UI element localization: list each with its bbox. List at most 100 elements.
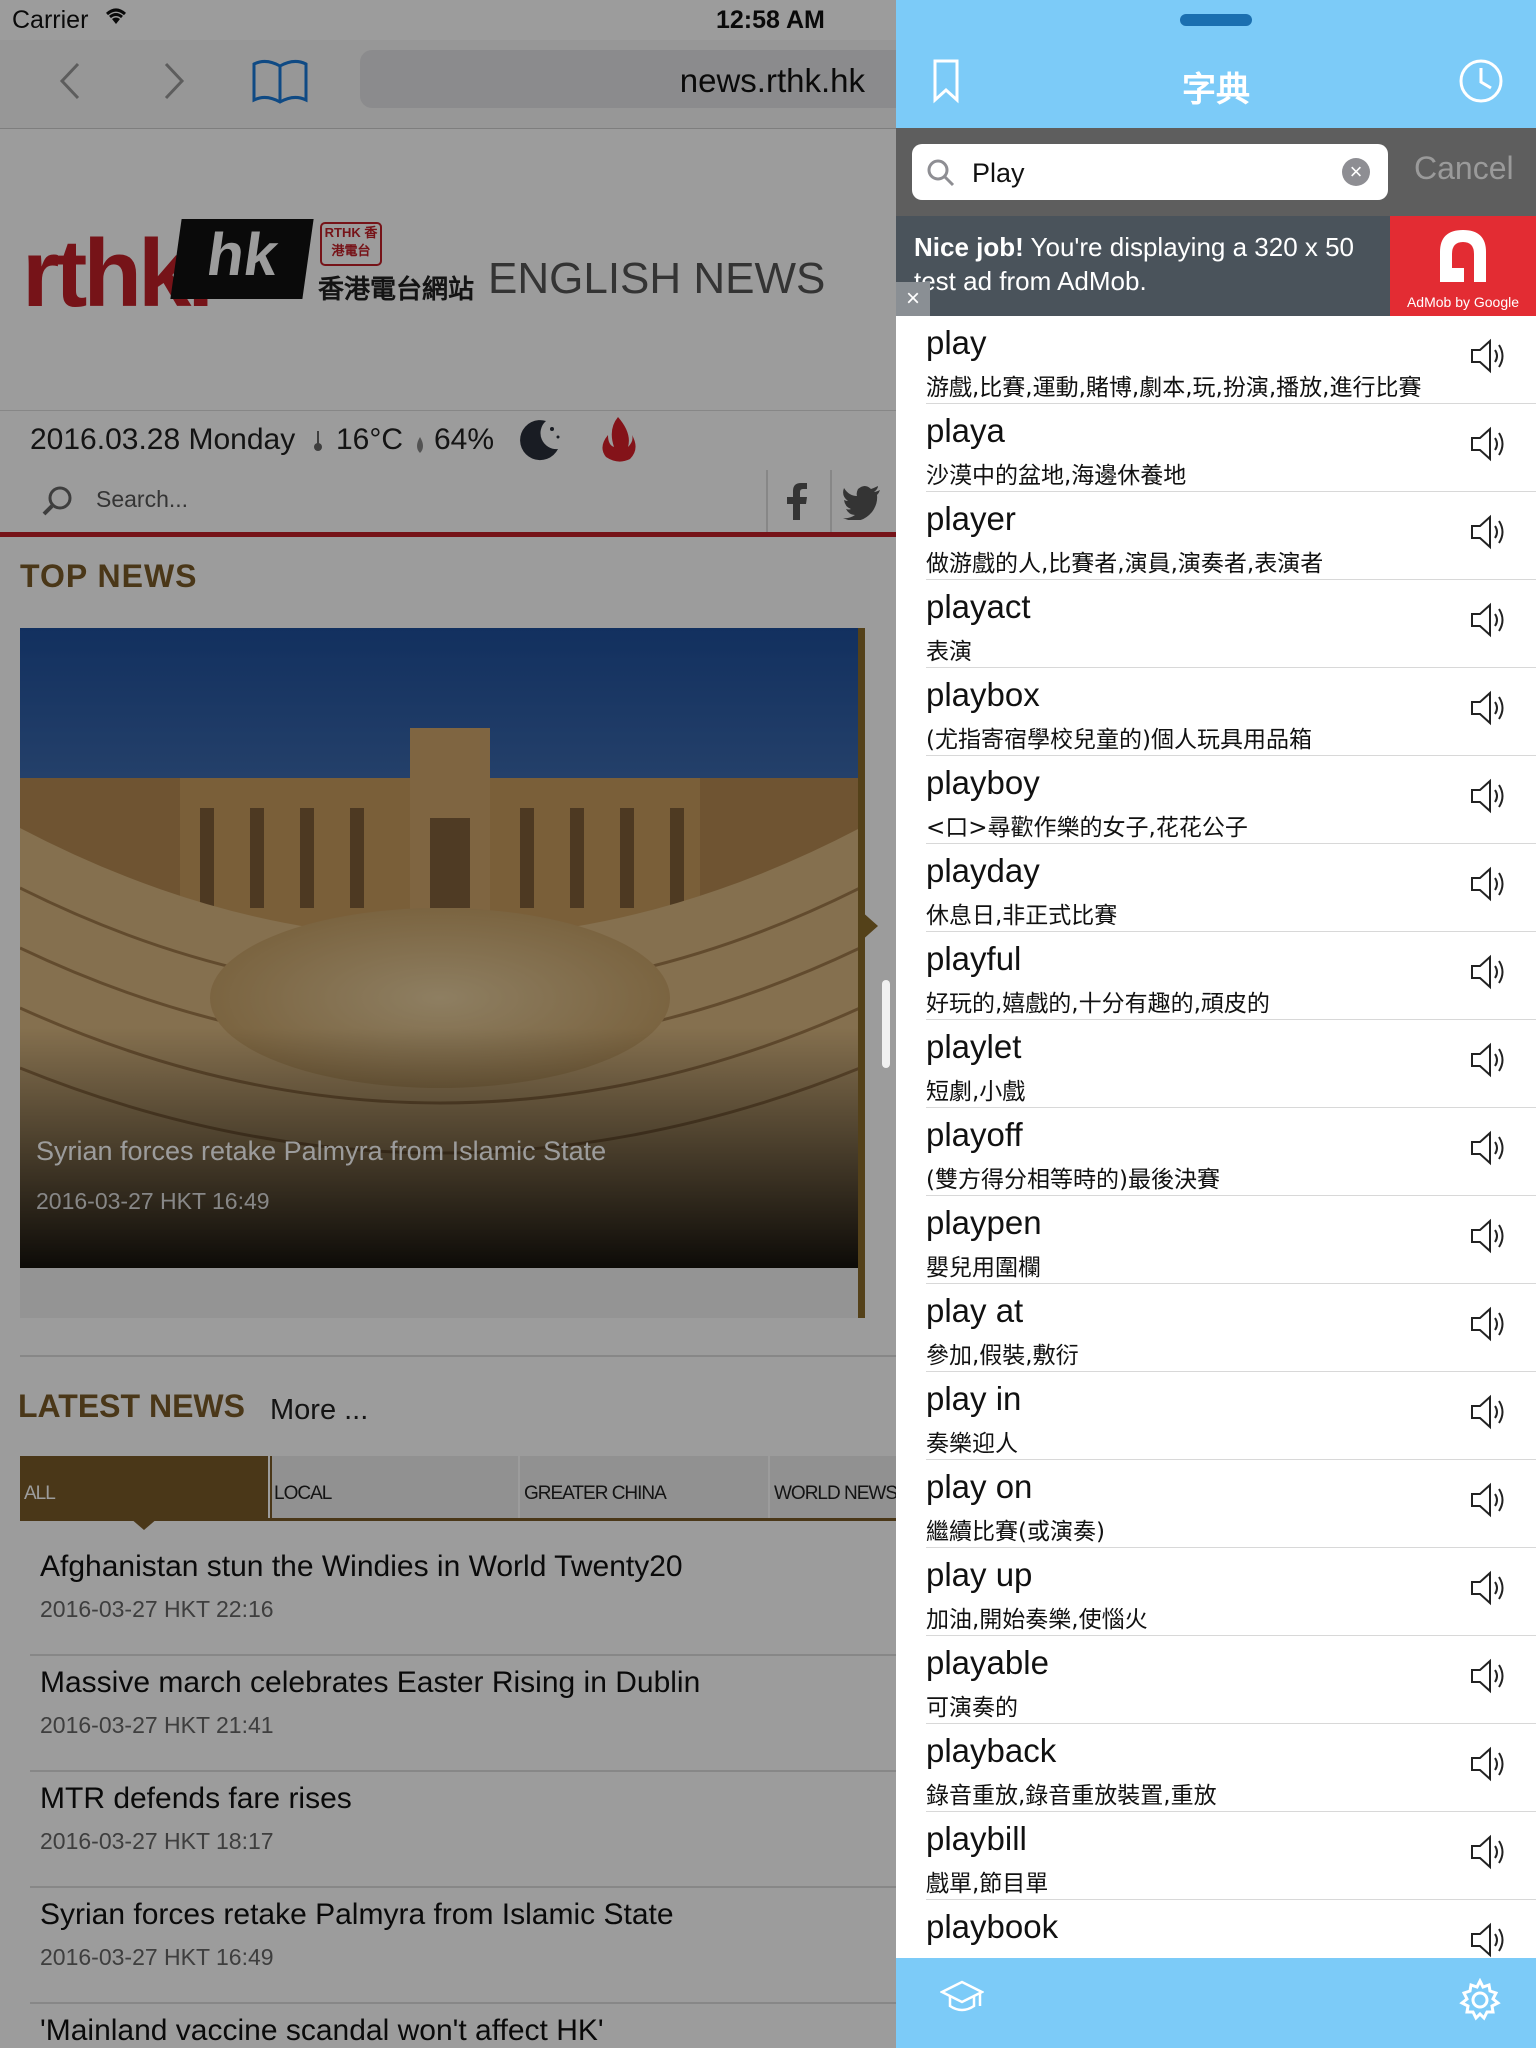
entry-definition: 嬰兒用圍欄 [926,1255,1041,1281]
dictionary-header: 字典 [896,0,1536,128]
split-view-drag-handle[interactable] [882,980,890,1068]
clock-icon[interactable] [1458,58,1504,109]
entry-word: play on [926,1468,1033,1505]
entry-definition: <口>尋歡作樂的女子,花花公子 [926,815,1248,841]
dictionary-entry[interactable]: playoff (雙方得分相等時的)最後決賽 [926,1108,1536,1196]
entry-word: playact [926,588,1031,625]
speaker-icon[interactable] [1468,600,1508,645]
entry-word: play [926,324,987,361]
admob-logo-text: AdMob by Google [1406,294,1520,310]
entry-definition: 參加,假裝,敷衍 [926,1343,1079,1369]
speaker-icon[interactable] [1468,1920,1508,1958]
entry-word: playboy [926,764,1040,801]
speaker-icon[interactable] [1468,952,1508,997]
entry-definition: (雙方得分相等時的)最後決賽 [926,1167,1220,1193]
entry-word: playable [926,1644,1049,1681]
dictionary-entry[interactable]: playbill 戲單,節目單 [926,1812,1536,1900]
entry-word: play in [926,1380,1022,1417]
entry-word: play up [926,1556,1033,1593]
dictionary-entry[interactable]: playbox (尤指寄宿學校兒童的)個人玩具用品箱 [926,668,1536,756]
speaker-icon[interactable] [1468,688,1508,733]
entry-word: playbill [926,1820,1027,1857]
dictionary-entry[interactable]: play in 奏樂迎人 [926,1372,1536,1460]
clear-search-icon[interactable]: × [1342,158,1370,186]
entry-word: playful [926,940,1022,977]
dictionary-entry[interactable]: playday 休息日,非正式比賽 [926,844,1536,932]
entry-word: player [926,500,1016,537]
dictionary-search-input[interactable] [970,152,1334,194]
entry-word: playlet [926,1028,1022,1065]
admob-logo: AdMob by Google [1390,216,1536,316]
dictionary-entry[interactable]: play at 參加,假裝,敷衍 [926,1284,1536,1372]
entry-definition: 沙漠中的盆地,海邊休養地 [926,463,1187,489]
dictionary-entry[interactable]: player 做游戲的人,比賽者,演員,演奏者,表演者 [926,492,1536,580]
speaker-icon[interactable] [1468,336,1508,381]
slide-over-grabber[interactable] [1180,14,1252,26]
ad-close-icon[interactable]: × [896,282,930,316]
speaker-icon[interactable] [1468,1128,1508,1173]
dim-overlay[interactable] [0,0,896,2048]
entry-definition: 做游戲的人,比賽者,演員,演奏者,表演者 [926,551,1324,577]
entry-definition: 好玩的,嬉戲的,十分有趣的,頑皮的 [926,991,1270,1017]
speaker-icon[interactable] [1468,1216,1508,1261]
entry-word: playback [926,1732,1057,1769]
graduation-cap-icon[interactable] [939,1978,985,2023]
speaker-icon[interactable] [1468,776,1508,821]
speaker-icon[interactable] [1468,1392,1508,1437]
speaker-icon[interactable] [1468,1040,1508,1085]
speaker-icon[interactable] [1468,1832,1508,1877]
entry-word: playbox [926,676,1040,713]
entry-definition: 奏樂迎人 [926,1431,1018,1457]
ad-text-bold: Nice job! [914,232,1024,262]
search-icon [926,158,956,193]
dictionary-tabbar [896,1958,1536,2048]
gear-icon[interactable] [1458,1977,1502,2027]
entry-definition: 短劇,小戲 [926,1079,1026,1105]
dictionary-entry[interactable]: playback 錄音重放,錄音重放裝置,重放 [926,1724,1536,1812]
dictionary-entry[interactable]: playful 好玩的,嬉戲的,十分有趣的,頑皮的 [926,932,1536,1020]
entry-word: playday [926,852,1040,889]
speaker-icon[interactable] [1468,1480,1508,1525]
entry-definition: 游戲,比賽,運動,賭博,劇本,玩,扮演,播放,進行比賽 [926,375,1422,401]
dictionary-entry[interactable]: play 游戲,比賽,運動,賭博,劇本,玩,扮演,播放,進行比賽 [926,316,1536,404]
entry-word: play at [926,1292,1024,1329]
dictionary-entry[interactable]: playbook劇本,劇本集 [926,1900,1536,1958]
dictionary-entry[interactable]: play on 繼續比賽(或演奏) [926,1460,1536,1548]
dictionary-entry[interactable]: playact 表演 [926,580,1536,668]
entry-definition: 可演奏的 [926,1695,1018,1721]
entry-definition: 戲單,節目單 [926,1871,1049,1897]
entry-definition: 錄音重放,錄音重放裝置,重放 [926,1783,1217,1809]
entry-definition: (尤指寄宿學校兒童的)個人玩具用品箱 [926,727,1312,753]
admob-banner[interactable]: Nice job! You're displaying a 320 x 50 t… [896,216,1536,316]
speaker-icon[interactable] [1468,1744,1508,1789]
dictionary-entry[interactable]: playpen 嬰兒用圍欄 [926,1196,1536,1284]
dictionary-entry[interactable]: playa 沙漠中的盆地,海邊休養地 [926,404,1536,492]
entry-word: playbook [926,1908,1059,1945]
speaker-icon[interactable] [1468,864,1508,909]
cancel-button[interactable]: Cancel [1414,150,1514,187]
admob-logo-icon [1440,230,1486,282]
entry-definition: 繼續比賽(或演奏) [926,1519,1105,1545]
speaker-icon[interactable] [1468,424,1508,469]
browser-panel: Carrier 12:58 AM news.rthk.hk rthk. hk R… [0,0,896,2048]
entry-word: playa [926,412,1005,449]
dictionary-entry[interactable]: playlet 短劇,小戲 [926,1020,1536,1108]
speaker-icon[interactable] [1468,1304,1508,1349]
entry-word: playoff [926,1116,1023,1153]
dictionary-entry[interactable]: play up 加油,開始奏樂,使惱火 [926,1548,1536,1636]
entry-word: playpen [926,1204,1042,1241]
entry-definition: 加油,開始奏樂,使惱火 [926,1607,1148,1633]
dictionary-search-field[interactable]: × [912,144,1388,200]
dictionary-title: 字典 [1182,71,1250,109]
ad-text: Nice job! You're displaying a 320 x 50 t… [914,230,1384,298]
dictionary-results-list: play 游戲,比賽,運動,賭博,劇本,玩,扮演,播放,進行比賽 playa 沙漠中的… [896,316,1536,1958]
speaker-icon[interactable] [1468,1656,1508,1701]
dictionary-search-row: × Cancel [896,128,1536,216]
speaker-icon[interactable] [1468,512,1508,557]
dictionary-entry[interactable]: playable 可演奏的 [926,1636,1536,1724]
entry-definition: 休息日,非正式比賽 [926,903,1118,929]
speaker-icon[interactable] [1468,1568,1508,1613]
dictionary-entry[interactable]: playboy <口>尋歡作樂的女子,花花公子 [926,756,1536,844]
entry-definition: 表演 [926,639,972,665]
dictionary-panel: 字典 × Cancel Nice job! You're displaying … [896,0,1536,2048]
